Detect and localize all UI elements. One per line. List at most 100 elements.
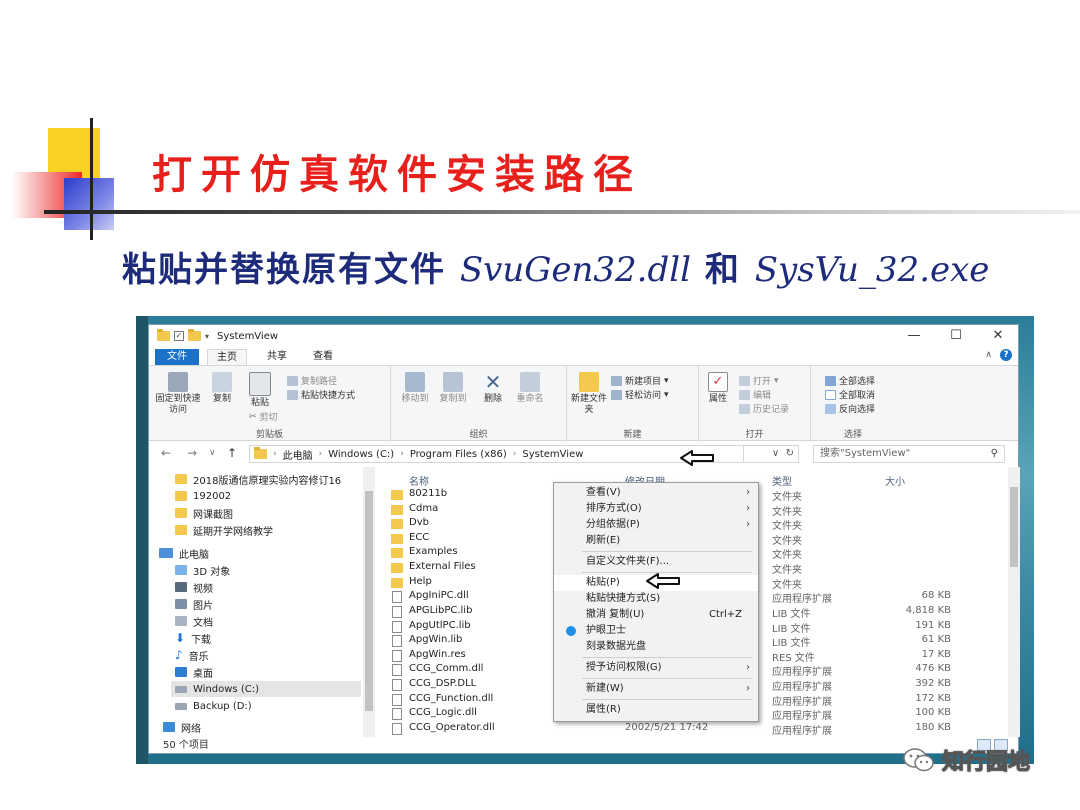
window-title: SystemView xyxy=(217,330,279,342)
menu-item-refresh[interactable]: 刷新(E) xyxy=(554,533,758,549)
breadcrumb-item[interactable]: Program Files (x86) xyxy=(410,449,507,460)
menu-item-properties[interactable]: 属性(R) xyxy=(554,702,758,718)
tab-view[interactable]: 查看 xyxy=(305,349,341,365)
nav-item-downloads[interactable]: ⬇ 下载 xyxy=(175,630,211,646)
group-select: 全部选择 全部取消 反向选择 选择 xyxy=(811,366,895,442)
copy-path-icon xyxy=(287,375,298,386)
file-size: 68 KB xyxy=(921,590,951,602)
file-type: LIB 文件 xyxy=(772,608,811,620)
nav-item-folder[interactable]: 延期开学网络教学 xyxy=(175,522,273,538)
paste-shortcut-button[interactable]: 粘贴快捷方式 xyxy=(287,388,355,401)
file-scrollbar[interactable] xyxy=(1008,467,1020,737)
nav-scrollbar[interactable] xyxy=(363,467,375,737)
menu-item-paste-shortcut[interactable]: 粘贴快捷方式(S) xyxy=(554,591,758,607)
copy-path-button[interactable]: 复制路径 xyxy=(287,374,337,387)
recent-chevron-icon[interactable]: ∨ xyxy=(209,448,216,458)
history-button[interactable]: 历史记录 xyxy=(739,402,789,415)
select-none-button[interactable]: 全部取消 xyxy=(825,388,875,401)
minimize-button[interactable]: — xyxy=(894,325,934,347)
help-icon[interactable]: ? xyxy=(1000,349,1012,361)
menu-item-grant-access[interactable]: 授予访问权限(G) › xyxy=(554,660,758,676)
table-row[interactable]: CCG_Operator.dll 2002/5/21 17:42 应用程序扩展 180… xyxy=(375,722,1005,737)
nav-item-drive-c[interactable]: Windows (C:) xyxy=(171,681,361,697)
menu-item-undo-copy[interactable]: 撤消 复制(U) Ctrl+Z xyxy=(554,607,758,623)
copy-to-button[interactable]: 复制到 xyxy=(435,372,471,405)
maximize-button[interactable]: ☐ xyxy=(936,325,976,347)
select-none-icon xyxy=(825,389,836,400)
edit-button[interactable]: 编辑 xyxy=(739,388,771,401)
nav-item-3d-objects[interactable]: 3D 对象 xyxy=(175,562,230,578)
nav-item-music[interactable]: ♪ 音乐 xyxy=(175,647,209,663)
file-name: External Files xyxy=(409,561,476,573)
tab-file[interactable]: 文件 xyxy=(155,349,199,365)
nav-item-folder[interactable]: 192002 xyxy=(175,488,231,504)
menu-item-sort[interactable]: 排序方式(O) › xyxy=(554,501,758,517)
shield-icon xyxy=(566,626,576,636)
computer-icon xyxy=(159,548,173,558)
file-name: ECC xyxy=(409,531,430,543)
group-new: 新建文件夹 新建项目 ▾ 轻松访问 ▾ 新建 xyxy=(567,366,699,442)
column-header-type[interactable]: 类型 xyxy=(772,473,792,488)
refresh-icon[interactable]: ↻ xyxy=(786,448,794,459)
up-arrow-icon[interactable]: ↑ xyxy=(227,446,237,460)
close-button[interactable]: ✕ xyxy=(978,325,1018,347)
file-scrollbar-thumb[interactable] xyxy=(1010,487,1018,567)
paste-button[interactable]: 粘贴 xyxy=(243,372,277,409)
chevron-down-icon[interactable]: ▾ xyxy=(205,332,209,341)
search-input[interactable]: 搜索"SystemView" ⚲ xyxy=(813,445,1005,463)
file-type: 文件夹 xyxy=(772,506,802,518)
nav-item-network[interactable]: 网络 xyxy=(163,719,201,735)
checkbox-icon[interactable]: ✓ xyxy=(174,331,184,341)
column-header-size[interactable]: 大小 xyxy=(885,473,905,488)
file-type: 文件夹 xyxy=(772,550,802,562)
chevron-down-icon[interactable]: ∨ xyxy=(772,448,779,459)
open-button[interactable]: 打开 ▾ xyxy=(739,374,779,387)
easy-access-button[interactable]: 轻松访问 ▾ xyxy=(611,388,669,401)
back-arrow-icon[interactable]: ← xyxy=(161,446,171,460)
breadcrumb-item[interactable]: 此电脑 xyxy=(283,447,313,462)
nav-item-drive-d[interactable]: Backup (D:) xyxy=(175,698,252,714)
watermark: 知行园地 xyxy=(902,744,1031,776)
nav-item-folder[interactable]: 网课截图 xyxy=(175,505,233,521)
move-to-button[interactable]: 移动到 xyxy=(397,372,433,405)
file-size: 180 KB xyxy=(915,721,951,733)
nav-scrollbar-thumb[interactable] xyxy=(365,491,373,711)
menu-item-eye-guard[interactable]: 护眼卫士 xyxy=(554,623,758,639)
new-item-button[interactable]: 新建项目 ▾ xyxy=(611,374,669,387)
column-header-name[interactable]: 名称 xyxy=(409,473,429,488)
pin-quick-access-button[interactable]: 固定到快速访问 xyxy=(155,372,201,416)
chevron-right-icon: › xyxy=(746,487,750,498)
menu-item-group[interactable]: 分组依据(P) › xyxy=(554,517,758,533)
copy-button[interactable]: 复制 xyxy=(205,372,239,405)
nav-item-documents[interactable]: 文档 xyxy=(175,613,213,629)
file-name: CCG_Comm.dll xyxy=(409,663,484,675)
cut-button[interactable]: ✂ 剪切 xyxy=(249,410,278,424)
select-all-button[interactable]: 全部选择 xyxy=(825,374,875,387)
forward-arrow-icon[interactable]: → xyxy=(187,446,197,460)
collapse-ribbon-icon[interactable]: ∧ xyxy=(985,350,992,360)
tab-home[interactable]: 主页 xyxy=(207,349,247,365)
address-dropdown-refresh[interactable]: ∨ ↻ xyxy=(743,445,799,463)
folder-icon xyxy=(175,491,187,501)
new-folder-button[interactable]: 新建文件夹 xyxy=(571,372,607,416)
menu-item-burn-disc[interactable]: 刻录数据光盘 xyxy=(554,639,758,655)
delete-button[interactable]: ✕ 删除 xyxy=(479,372,507,405)
nav-item-videos[interactable]: 视频 xyxy=(175,579,213,595)
rename-button[interactable]: 重命名 xyxy=(511,372,549,405)
properties-button[interactable]: ✓ 属性 xyxy=(703,372,733,405)
file-icon xyxy=(392,620,402,633)
nav-item-folder[interactable]: 2018版通信原理实验内容修订16 xyxy=(175,471,341,487)
nav-item-this-pc[interactable]: 此电脑 xyxy=(159,545,209,561)
menu-item-view[interactable]: 查看(V) › xyxy=(554,485,758,501)
menu-item-customize-folder[interactable]: 自定义文件夹(F)... xyxy=(554,554,758,570)
menu-item-new[interactable]: 新建(W) › xyxy=(554,681,758,697)
nav-item-pictures[interactable]: 图片 xyxy=(175,596,213,612)
breadcrumb-item[interactable]: Windows (C:) xyxy=(328,449,394,460)
file-type: RES 文件 xyxy=(772,652,815,664)
invert-selection-button[interactable]: 反向选择 xyxy=(825,402,875,415)
folder-icon[interactable] xyxy=(188,329,201,341)
file-type: 文件夹 xyxy=(772,521,802,533)
tab-share[interactable]: 共享 xyxy=(259,349,295,365)
nav-item-desktop[interactable]: 桌面 xyxy=(175,664,213,680)
breadcrumb-item[interactable]: SystemView xyxy=(522,449,583,460)
